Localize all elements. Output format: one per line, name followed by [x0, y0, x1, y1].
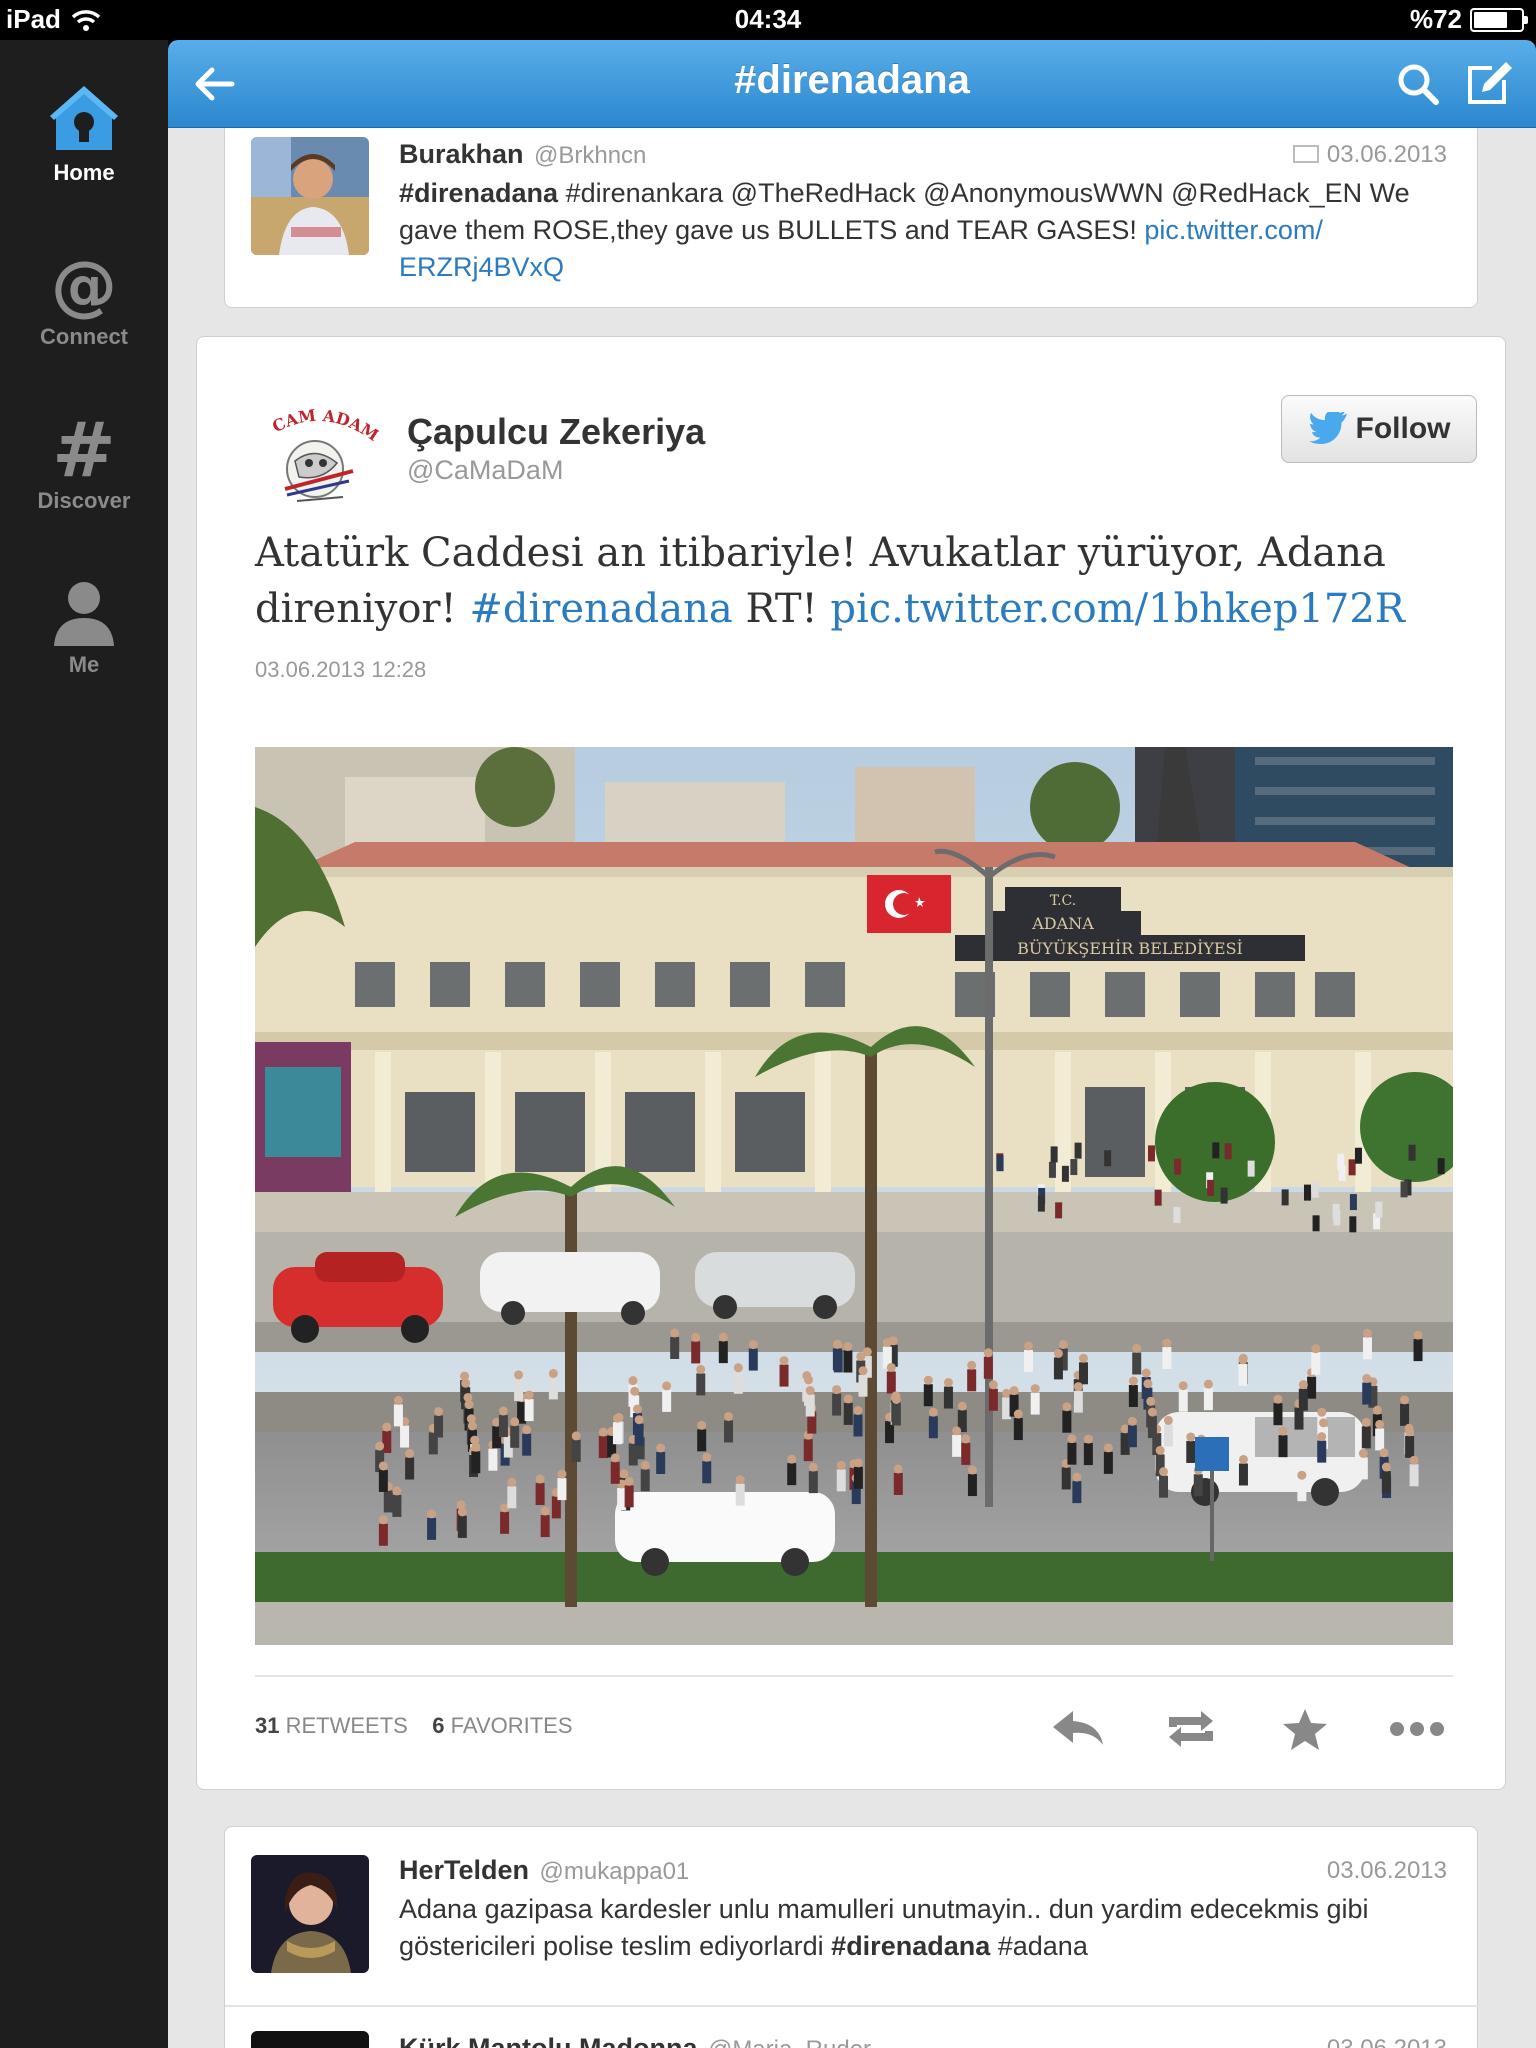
compose-icon[interactable]: [1462, 58, 1514, 110]
svg-text:#: #: [52, 408, 116, 488]
hashtag-link[interactable]: #direnadana: [399, 178, 558, 208]
svg-text:@: @: [51, 247, 117, 324]
avatar[interactable]: [251, 137, 369, 255]
sidebar-item-label: Connect: [40, 324, 128, 349]
author-handle[interactable]: @Brkhncn: [534, 142, 646, 169]
media-icon: [1292, 145, 1319, 163]
clock: 04:34: [734, 4, 802, 34]
author-handle[interactable]: @mukappa01: [539, 1858, 689, 1885]
sidebar-item-connect[interactable]: @ Connect: [0, 244, 168, 350]
follow-button[interactable]: Follow: [1281, 395, 1477, 463]
media-link[interactable]: pic.twitter.com/1bhkep172R: [830, 586, 1405, 632]
more-options-icon[interactable]: [1387, 1705, 1447, 1753]
sidebar: Home @ Connect # Discover Me: [0, 40, 168, 2048]
tweet-card[interactable]: Burakhan @Brkhncn 03.06.2013 #direnadana…: [224, 128, 1478, 308]
tweet-stats: 31 RETWEETS 6 FAVORITES: [255, 1713, 573, 1739]
sidebar-item-label: Discover: [37, 488, 131, 513]
favorites-count[interactable]: 6: [432, 1713, 444, 1738]
tweet-date: 03.06.2013: [1326, 141, 1447, 168]
twitter-bird-icon: [1308, 412, 1347, 445]
photo-sign-text: BÜYÜKŞEHİR BELEDİYESİ: [1017, 938, 1243, 958]
photo-sign-text: ADANA: [1031, 914, 1094, 933]
tweet-text: Adana gazipasa kardesler unlu mamulleri …: [399, 1894, 1369, 1961]
featured-tweet-card[interactable]: CAM ADAM Çapulcu Zekeriya @CaMaDaM Follo…: [196, 336, 1506, 1790]
tweet-text: #direnadana #direnankara @TheRedHack @An…: [399, 178, 1410, 282]
author-handle[interactable]: @Maria_Ruder: [708, 2036, 871, 2048]
tweet-text: Atatürk Caddesi an itibariyle! Avukatlar…: [255, 530, 1405, 632]
top-bar: #direnadana: [168, 40, 1536, 128]
author-name[interactable]: Kürk Mantolu Madonna: [399, 2033, 698, 2048]
follow-label: Follow: [1355, 412, 1451, 445]
photo-sign-text: T.C.: [1050, 893, 1076, 909]
home-icon: [50, 86, 118, 150]
tweet-datetime: 03.06.2013 12:28: [255, 657, 427, 682]
page-title: #direnadana: [734, 58, 970, 102]
avatar[interactable]: [251, 1855, 369, 1973]
avatar[interactable]: CAM ADAM: [257, 397, 382, 519]
author-handle[interactable]: @CaMaDaM: [407, 455, 563, 486]
sidebar-item-label: Home: [53, 160, 115, 185]
sidebar-item-me[interactable]: Me: [0, 572, 168, 678]
hash-icon: #: [52, 408, 116, 488]
sidebar-item-discover[interactable]: # Discover: [0, 408, 168, 514]
sidebar-item-home[interactable]: Home: [0, 80, 168, 186]
favorites-label[interactable]: FAVORITES: [451, 1713, 573, 1738]
tweet-date: 03.06.2013: [1327, 2035, 1447, 2048]
favorite-star-icon[interactable]: [1275, 1705, 1335, 1753]
retweet-icon[interactable]: [1161, 1705, 1221, 1753]
tweet-date: 03.06.2013: [1326, 1857, 1447, 1884]
retweets-count[interactable]: 31: [255, 1713, 279, 1738]
battery-icon: [1470, 7, 1528, 32]
battery-percent: %72: [1409, 4, 1462, 34]
divider: [255, 1675, 1453, 1677]
tweet-card[interactable]: HerTelden @mukappa01 03.06.2013 Adana ga…: [224, 1826, 1479, 2048]
author-name[interactable]: Burakhan: [399, 139, 524, 169]
search-icon[interactable]: [1396, 62, 1440, 106]
author-name[interactable]: Çapulcu Zekeriya: [407, 411, 705, 453]
person-icon: [54, 582, 114, 646]
at-icon: @: [51, 247, 117, 324]
sidebar-item-label: Me: [68, 652, 100, 677]
hashtag-link[interactable]: #direnadana: [831, 1931, 990, 1961]
status-bar: iPad 04:34 %72: [0, 0, 1536, 40]
tweet-photo[interactable]: T.C. ADANA BÜYÜKŞEHİR BELEDİYESİ: [255, 747, 1453, 1645]
divider: [225, 2005, 1479, 2007]
hashtag-link[interactable]: #direnadana: [469, 586, 732, 632]
author-name[interactable]: HerTelden: [399, 1855, 529, 1885]
reply-icon[interactable]: [1049, 1705, 1109, 1753]
timeline[interactable]: Burakhan @Brkhncn 03.06.2013 #direnadana…: [168, 128, 1536, 2048]
retweets-label[interactable]: RETWEETS: [286, 1713, 408, 1738]
avatar[interactable]: [251, 2031, 369, 2048]
